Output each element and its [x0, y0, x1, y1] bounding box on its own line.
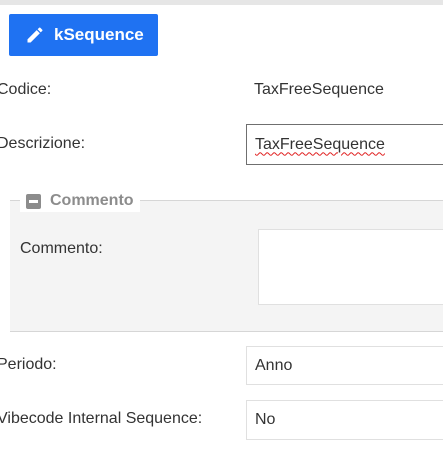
codice-label: Codice:: [0, 81, 52, 98]
descrizione-field[interactable]: TaxFreeSequence: [246, 124, 443, 165]
commento-legend-label: Commento: [50, 192, 134, 209]
pencil-icon: [27, 27, 43, 43]
internal-sequence-select[interactable]: No: [246, 400, 443, 440]
commento-label: Commento:: [20, 240, 103, 257]
periodo-select[interactable]: Anno: [246, 346, 443, 385]
internal-sequence-select-value: No: [255, 411, 276, 428]
codice-value: TaxFreeSequence: [254, 81, 384, 98]
periodo-label: Periodo:: [0, 356, 57, 373]
descrizione-label: Descrizione:: [0, 135, 86, 152]
collapse-icon[interactable]: [26, 193, 41, 209]
descrizione-field-value: TaxFreeSequence: [255, 135, 385, 153]
edit-sequence-button[interactable]: kSequence: [9, 14, 158, 56]
commento-legend[interactable]: Commento: [20, 190, 140, 212]
edit-sequence-button-label: kSequence: [54, 25, 144, 44]
internal-sequence-label: Vibecode Internal Sequence:: [0, 410, 203, 427]
commento-textarea[interactable]: [258, 229, 443, 305]
top-divider: [0, 0, 443, 5]
periodo-select-value: Anno: [255, 356, 293, 374]
